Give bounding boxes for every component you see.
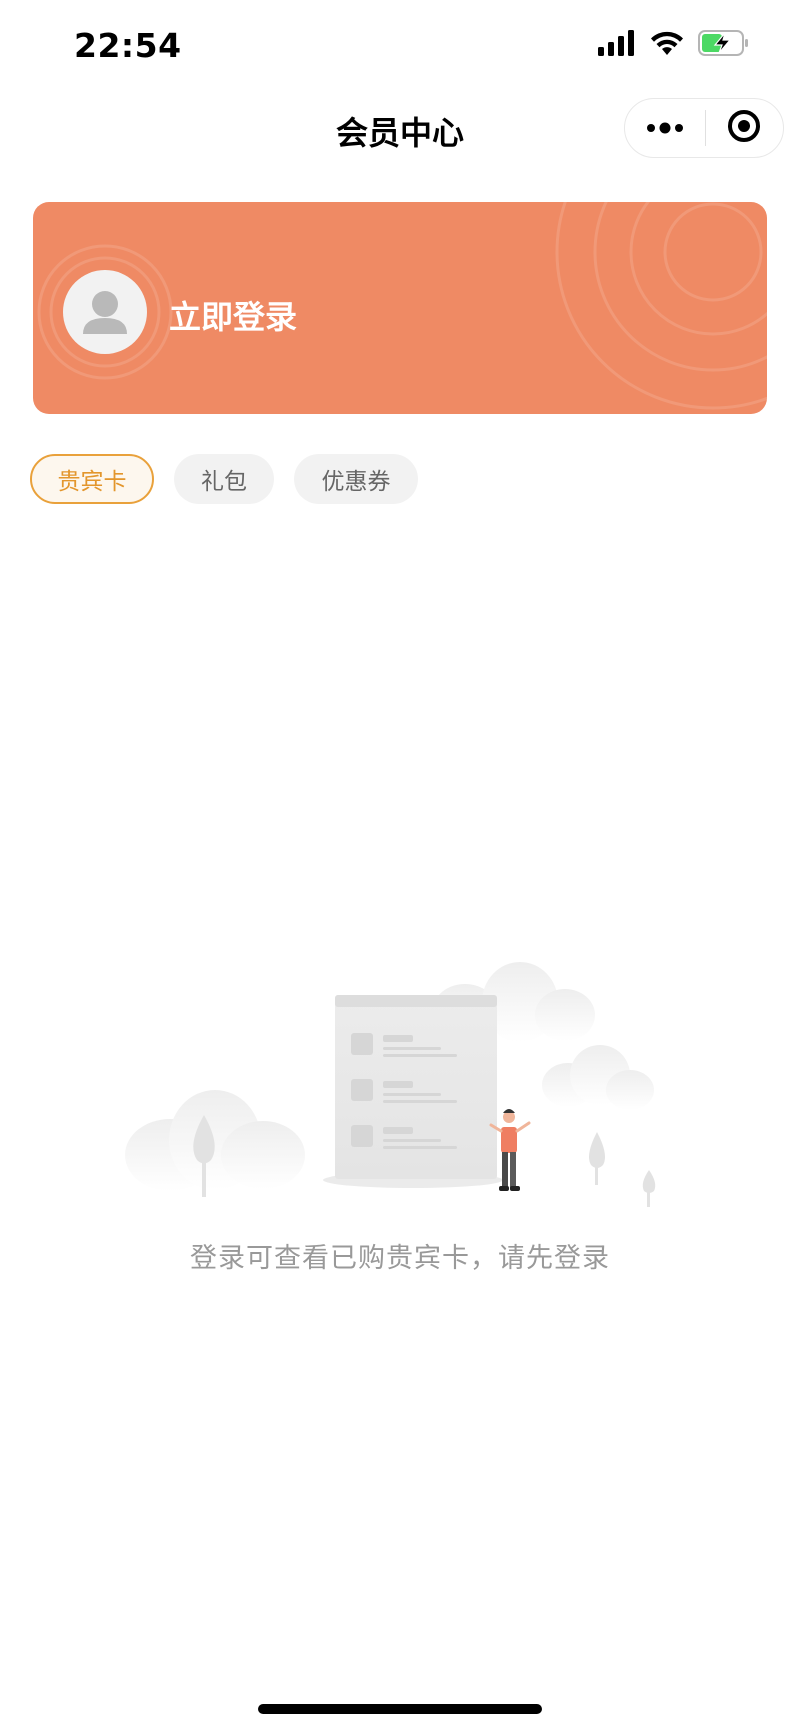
avatar[interactable] — [63, 270, 147, 354]
right-cloud — [542, 1045, 654, 1110]
left-cloud — [125, 1090, 305, 1191]
login-now-button[interactable]: 立即登录 — [169, 292, 297, 338]
target-close-icon — [727, 109, 761, 147]
close-button[interactable] — [706, 98, 784, 158]
battery-charging-icon — [698, 30, 750, 60]
tab-coupon[interactable]: 优惠券 — [294, 454, 418, 504]
status-bar: 22:54 — [0, 0, 800, 90]
right-trees — [589, 1132, 656, 1207]
tab-gift-pack[interactable]: 礼包 — [174, 454, 274, 504]
signal-icon — [598, 30, 636, 60]
tab-vip-card[interactable]: 贵宾卡 — [30, 454, 154, 504]
empty-list-illustration — [125, 962, 656, 1207]
home-indicator — [258, 1704, 542, 1714]
document — [323, 995, 503, 1188]
empty-state-message: 登录可查看已购贵宾卡，请先登录 — [190, 1243, 610, 1274]
member-login-banner[interactable]: 立即登录 — [33, 202, 767, 414]
status-time: 22:54 — [74, 26, 182, 65]
more-dots-icon — [646, 119, 684, 138]
wifi-icon — [650, 30, 684, 60]
more-button[interactable] — [625, 98, 705, 158]
mini-program-capsule — [624, 98, 784, 158]
status-icons — [598, 30, 750, 60]
category-tabs: 贵宾卡 礼包 优惠券 — [30, 454, 418, 504]
